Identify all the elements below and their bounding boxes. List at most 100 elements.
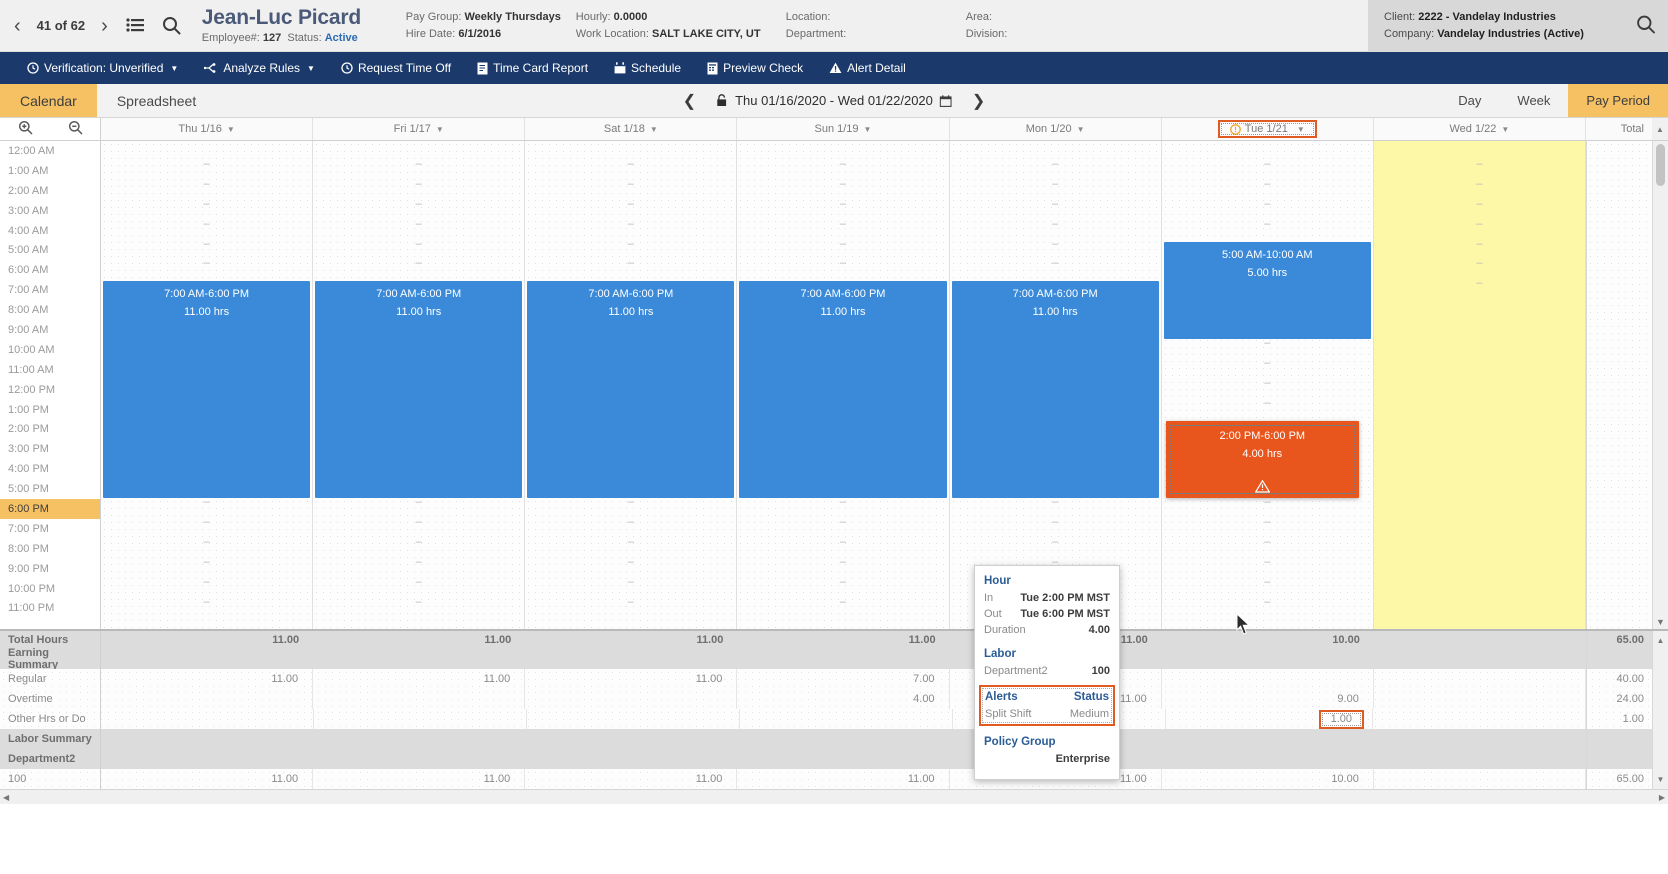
summary-cell[interactable]	[525, 729, 737, 749]
day-header-1[interactable]: Fri 1/17 ▼	[313, 118, 526, 140]
day-header-2[interactable]: Sat 1/18 ▼	[525, 118, 738, 140]
zoom-in-icon[interactable]	[18, 120, 33, 138]
toolbar-item-request-time-off[interactable]: Request Time Off	[328, 52, 464, 84]
summary-cell[interactable]	[101, 749, 313, 769]
scroll-right-arrow[interactable]: ▶	[1659, 793, 1665, 802]
view-day[interactable]: Day	[1440, 84, 1499, 117]
chevron-right-icon[interactable]: ❯	[966, 91, 991, 111]
scroll-left-arrow[interactable]: ◀	[3, 793, 9, 802]
summary-cell[interactable]	[1162, 729, 1374, 749]
search-icon[interactable]	[1636, 14, 1656, 37]
summary-cell[interactable]	[101, 649, 313, 669]
summary-cell[interactable]	[101, 709, 314, 729]
day-header-4[interactable]: Mon 1/20 ▼	[950, 118, 1162, 140]
toolbar-item-time-card-report[interactable]: Time Card Report	[464, 52, 601, 84]
summary-cell[interactable]	[527, 709, 740, 729]
toolbar-item-schedule[interactable]: Schedule	[601, 52, 694, 84]
summary-scroll-up[interactable]: ▲	[1652, 631, 1668, 649]
summary-cell[interactable]	[740, 709, 953, 729]
highlighted-summary-cell[interactable]: 1.00	[1318, 709, 1364, 729]
search-icon[interactable]	[160, 14, 184, 38]
summary-cell[interactable]: 7.00	[737, 669, 950, 689]
day-column-2[interactable]: – – – – – – – – – – – – 7:00 AM-6:00 PM 11.00 hrs	[525, 141, 738, 629]
list-icon[interactable]	[124, 14, 148, 38]
summary-cell[interactable]	[525, 649, 737, 669]
summary-scroll-down[interactable]: ▼	[1652, 769, 1668, 789]
summary-cell[interactable]	[1162, 649, 1374, 669]
day-header-6[interactable]: Wed 1/22 ▼	[1374, 118, 1586, 140]
toolbar-item-verification[interactable]: Verification: Unverified ▼	[14, 52, 191, 84]
summary-cell[interactable]	[1374, 769, 1586, 789]
summary-cell[interactable]	[737, 649, 949, 669]
shift-block[interactable]: 5:00 AM-10:00 AM 5.00 hrs	[1163, 241, 1371, 339]
summary-cell[interactable]: 11.00	[525, 769, 738, 789]
day-header-0[interactable]: Thu 1/16 ▼	[101, 118, 314, 140]
summary-cell[interactable]: 9.00	[1162, 689, 1374, 709]
day-column-5[interactable]: – – – – – – – – – – – – – – 5:00 AM-10:00 AM 5.00 hrs 2:…	[1161, 141, 1374, 629]
summary-cell[interactable]: 10.00	[1162, 769, 1374, 789]
day-column-6[interactable]: – – – – – – –	[1373, 141, 1586, 629]
date-range-selector[interactable]: Thu 01/16/2020 - Wed 01/22/2020	[716, 93, 952, 108]
day-header-5[interactable]: Tue 1/21 ▼	[1162, 118, 1374, 140]
summary-cell[interactable]: 11.00	[101, 769, 314, 789]
shift-block[interactable]: 7:00 AM-6:00 PM 11.00 hrs	[103, 281, 311, 499]
summary-cell[interactable]	[1162, 749, 1374, 769]
summary-cell[interactable]: 11.00	[737, 631, 949, 649]
summary-cell[interactable]	[1162, 669, 1374, 689]
view-week[interactable]: Week	[1499, 84, 1568, 117]
shift-block[interactable]: 2:00 PM-6:00 PM 4.00 hrs	[1165, 420, 1359, 499]
summary-cell[interactable]	[525, 689, 738, 709]
shift-block[interactable]: 7:00 AM-6:00 PM 11.00 hrs	[527, 281, 735, 499]
toolbar-item-analyze-rules[interactable]: Analyze Rules ▼	[191, 52, 328, 84]
zoom-out-icon[interactable]	[68, 120, 83, 138]
summary-cell[interactable]	[313, 649, 525, 669]
summary-cell[interactable]	[525, 749, 737, 769]
chevron-left-icon[interactable]: ❮	[677, 91, 702, 111]
scrollbar-thumb[interactable]	[1656, 144, 1665, 186]
summary-cell[interactable]	[313, 749, 525, 769]
scroll-up-arrow[interactable]: ▲	[1651, 118, 1668, 140]
summary-cell[interactable]: 11.00	[525, 631, 737, 649]
summary-cell[interactable]	[737, 749, 949, 769]
summary-cell[interactable]: 10.00	[1162, 631, 1374, 649]
shift-block[interactable]: 7:00 AM-6:00 PM 11.00 hrs	[315, 281, 523, 499]
status-badge[interactable]: Active	[325, 32, 358, 44]
tab-spreadsheet[interactable]: Spreadsheet	[97, 84, 216, 117]
day-column-0[interactable]: – – – – – – – – – – – – 7:00 AM-6:00 PM 11.00 hrs	[101, 141, 314, 629]
summary-cell[interactable]: 11.00	[737, 769, 950, 789]
summary-cell[interactable]	[737, 729, 949, 749]
summary-cell[interactable]	[1374, 749, 1586, 769]
toolbar-item-alert-detail[interactable]: Alert Detail	[816, 52, 919, 84]
summary-cell[interactable]: 11.00	[313, 669, 526, 689]
summary-cell[interactable]: 11.00	[525, 669, 738, 689]
summary-cell[interactable]	[101, 689, 314, 709]
vertical-scrollbar[interactable]: ▼	[1652, 141, 1668, 629]
shift-block[interactable]: 7:00 AM-6:00 PM 11.00 hrs	[951, 281, 1159, 499]
summary-cell[interactable]: 1.00	[1166, 709, 1373, 729]
day-column-4[interactable]: ––––––––––––7:00 AM-6:00 PM11.00 hrs	[949, 141, 1162, 629]
scroll-down-arrow[interactable]: ▼	[1656, 617, 1665, 627]
summary-cell[interactable]	[1374, 631, 1586, 649]
summary-cell[interactable]	[1374, 729, 1586, 749]
summary-cell[interactable]: 11.00	[101, 669, 314, 689]
summary-cell[interactable]	[313, 689, 526, 709]
chevron-left-icon[interactable]: ‹	[10, 16, 25, 36]
summary-cell[interactable]: 11.00	[313, 631, 525, 649]
horizontal-scrollbar[interactable]: ◀ ▶	[0, 789, 1668, 804]
summary-cell[interactable]	[313, 729, 525, 749]
summary-cell[interactable]	[1374, 669, 1586, 689]
chevron-right-icon[interactable]: ›	[97, 16, 112, 36]
view-pay-period[interactable]: Pay Period	[1568, 84, 1668, 117]
day-header-3[interactable]: Sun 1/19 ▼	[737, 118, 950, 140]
summary-cell[interactable]	[1374, 689, 1586, 709]
summary-cell[interactable]	[1374, 649, 1586, 669]
summary-cell[interactable]: 11.00	[101, 631, 313, 649]
day-column-1[interactable]: – – – – – – – – – – – – 7:00 AM-6:00 PM 11.00 hrs	[313, 141, 526, 629]
summary-cell[interactable]	[314, 709, 527, 729]
toolbar-item-preview-check[interactable]: Preview Check	[694, 52, 816, 84]
tab-calendar[interactable]: Calendar	[0, 84, 97, 117]
summary-cell[interactable]: 4.00	[737, 689, 950, 709]
summary-cell[interactable]	[101, 729, 313, 749]
shift-block[interactable]: 7:00 AM-6:00 PM 11.00 hrs	[739, 281, 947, 499]
day-column-3[interactable]: – – – – – – – – – – – – 7:00 AM-6:00 PM 11.00 hrs	[737, 141, 950, 629]
